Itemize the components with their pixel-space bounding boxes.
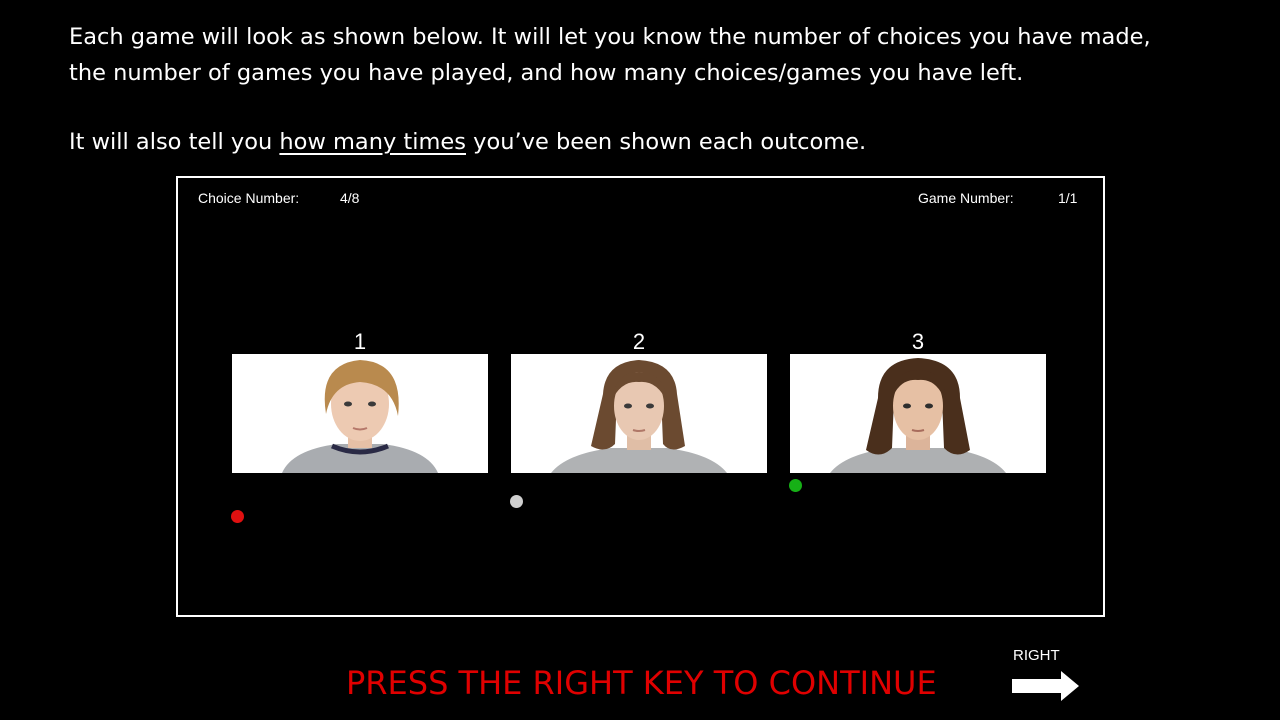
option-3[interactable]: 3	[790, 330, 1046, 473]
option-number: 3	[911, 329, 925, 354]
game-preview-frame: Choice Number: 4/8 Game Number: 1/1 1 2	[176, 176, 1105, 617]
game-counter: Game Number: 1/1	[918, 190, 1077, 206]
instruction-emphasis: how many times	[279, 129, 466, 155]
face-photo[interactable]	[790, 354, 1046, 473]
instruction-line-1: Each game will look as shown below. It w…	[69, 24, 1151, 50]
choice-number-label: Choice Number:	[198, 190, 300, 206]
choice-number-value: 4/8	[340, 190, 360, 206]
face-portrait-icon	[511, 354, 767, 473]
instruction-line-3: It will also tell you how many times you…	[69, 124, 1249, 160]
option-number: 2	[632, 329, 646, 354]
right-key-label: RIGHT	[1013, 647, 1060, 664]
game-number-label: Game Number:	[918, 190, 1014, 206]
face-photo[interactable]	[511, 354, 767, 473]
game-number-value: 1/1	[1058, 190, 1078, 206]
choice-counter: Choice Number: 4/8	[198, 190, 359, 206]
option-number: 1	[353, 329, 367, 354]
instruction-line-3-end: you’ve been shown each outcome.	[466, 129, 867, 155]
option-1[interactable]: 1	[232, 330, 488, 473]
sad-face-icon	[231, 510, 244, 523]
instructions: Each game will look as shown below. It w…	[69, 19, 1249, 160]
right-arrow-icon[interactable]	[1011, 670, 1081, 702]
neutral-face-icon	[510, 495, 523, 508]
continue-prompt: PRESS THE RIGHT KEY TO CONTINUE	[346, 664, 937, 702]
face-portrait-icon	[790, 354, 1046, 473]
smiley-face-icon	[789, 479, 802, 492]
face-portrait-icon	[232, 354, 488, 473]
instruction-line-3-start: It will also tell you	[69, 129, 280, 155]
instruction-line-2: the number of games you have played, and…	[69, 60, 1024, 86]
option-2[interactable]: 2	[511, 330, 767, 473]
face-photo[interactable]	[232, 354, 488, 473]
